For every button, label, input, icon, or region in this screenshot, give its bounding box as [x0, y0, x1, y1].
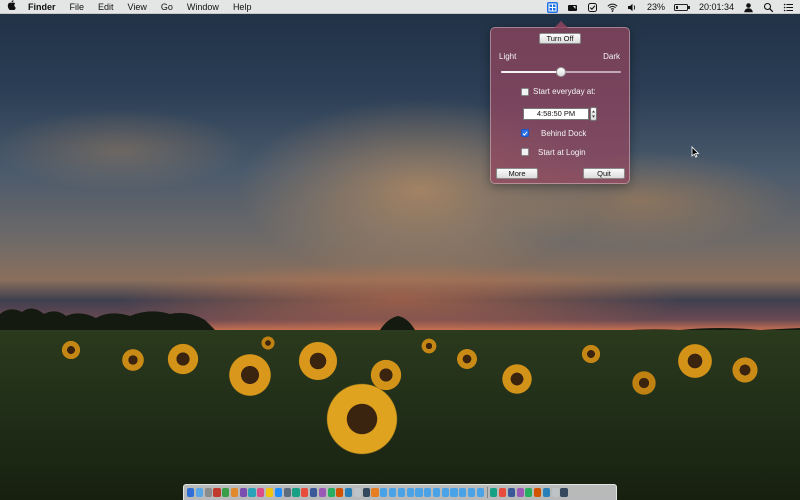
dock-app-icon[interactable] — [560, 488, 568, 497]
dock-app-icon[interactable] — [424, 488, 432, 497]
menu-bar: Finder File Edit View Go Window Help 23%… — [0, 0, 800, 14]
dock-app-icon[interactable] — [415, 488, 423, 497]
dock-app-icon[interactable] — [222, 488, 230, 497]
spotlight-search-icon[interactable] — [763, 2, 774, 13]
dock-app-icon[interactable] — [309, 488, 318, 497]
dock-app-icon[interactable] — [292, 488, 300, 497]
menu-go[interactable]: Go — [154, 0, 180, 14]
dock-app-icon[interactable] — [397, 488, 405, 497]
dock-app-icon[interactable] — [204, 488, 212, 497]
dock-app-icon[interactable] — [551, 488, 559, 497]
night-shift-app-icon[interactable] — [546, 1, 558, 13]
night-mode-popover: Turn Off Light Dark Start everyday at: 4… — [490, 21, 630, 184]
dock — [183, 484, 617, 500]
dock-app-icon[interactable] — [525, 488, 533, 497]
dock-app-icon[interactable] — [490, 488, 498, 497]
dock-app-icon[interactable] — [230, 488, 239, 497]
dock-app-icon[interactable] — [542, 488, 551, 497]
dock-app-icon[interactable] — [468, 488, 476, 497]
quit-button[interactable]: Quit — [583, 168, 625, 179]
menu-view[interactable]: View — [121, 0, 154, 14]
dock-app-icon[interactable] — [380, 488, 388, 497]
menu-window[interactable]: Window — [180, 0, 226, 14]
dock-app-icon[interactable] — [498, 488, 507, 497]
sunflower-field — [0, 330, 800, 500]
dock-app-icon[interactable] — [195, 488, 203, 497]
behind-dock-checkbox[interactable] — [521, 129, 529, 137]
dock-app-icon[interactable] — [318, 488, 326, 497]
time-stepper[interactable] — [590, 107, 597, 121]
battery-percent: 23% — [646, 2, 665, 12]
dock-app-icon[interactable] — [266, 488, 274, 497]
more-button[interactable]: More — [496, 168, 538, 179]
menubar-clock[interactable]: 20:01:34 — [699, 2, 734, 12]
apple-menu-icon[interactable] — [0, 0, 22, 13]
dock-app-icon[interactable] — [327, 488, 335, 497]
dock-app-icon[interactable] — [516, 488, 524, 497]
dock-app-icon[interactable] — [441, 488, 449, 497]
start-everyday-checkbox[interactable] — [521, 88, 529, 96]
dock-app-icon[interactable] — [534, 488, 542, 497]
light-label: Light — [499, 52, 517, 61]
menu-edit[interactable]: Edit — [91, 0, 121, 14]
wifi-icon[interactable] — [607, 2, 618, 13]
notification-center-icon[interactable] — [783, 2, 794, 13]
slider-knob[interactable] — [556, 67, 566, 77]
start-time-field[interactable]: 4:58:50 PM — [523, 108, 589, 120]
dock-app-icon[interactable] — [301, 488, 309, 497]
dock-app-icon[interactable] — [336, 488, 344, 497]
menu-help[interactable]: Help — [226, 0, 259, 14]
behind-dock-label: Behind Dock — [541, 129, 587, 138]
dock-app-icon[interactable] — [345, 488, 353, 497]
dock-app-icon[interactable] — [450, 488, 458, 497]
user-icon[interactable] — [743, 2, 754, 13]
dock-app-icon[interactable] — [432, 488, 441, 497]
battery-icon[interactable] — [673, 3, 690, 11]
turn-off-button[interactable]: Turn Off — [539, 33, 581, 44]
dock-app-icon[interactable] — [353, 488, 362, 497]
dock-app-icon[interactable] — [257, 488, 265, 497]
dock-app-icon[interactable] — [274, 488, 282, 497]
slider-fill — [501, 71, 561, 73]
dock-app-icon[interactable] — [507, 488, 515, 497]
menu-extras: 23% 20:01:34 — [546, 0, 794, 14]
dock-app-icon[interactable] — [248, 488, 256, 497]
dock-app-icon[interactable] — [213, 488, 221, 497]
dock-app-icon[interactable] — [187, 488, 195, 497]
dock-separator — [486, 487, 488, 498]
dock-app-icon[interactable] — [388, 488, 397, 497]
volume-icon[interactable] — [627, 2, 638, 13]
dock-app-icon[interactable] — [239, 488, 247, 497]
menu-file[interactable]: File — [63, 0, 92, 14]
start-at-login-checkbox[interactable] — [521, 148, 529, 156]
dock-app-icon[interactable] — [406, 488, 414, 497]
dock-app-icon[interactable] — [476, 488, 484, 497]
dock-app-icon[interactable] — [371, 488, 379, 497]
dock-app-icon[interactable] — [283, 488, 291, 497]
dark-label: Dark — [603, 52, 620, 61]
app-menu-finder[interactable]: Finder — [22, 0, 63, 14]
night-display-icon[interactable] — [567, 2, 578, 13]
mouse-cursor-icon — [691, 146, 700, 158]
popover-arrow — [554, 21, 568, 28]
dock-app-icon[interactable] — [459, 488, 467, 497]
dock-app-icon[interactable] — [362, 488, 370, 497]
start-everyday-label: Start everyday at: — [533, 87, 596, 96]
task-check-icon[interactable] — [587, 2, 598, 13]
start-at-login-label: Start at Login — [538, 148, 586, 157]
